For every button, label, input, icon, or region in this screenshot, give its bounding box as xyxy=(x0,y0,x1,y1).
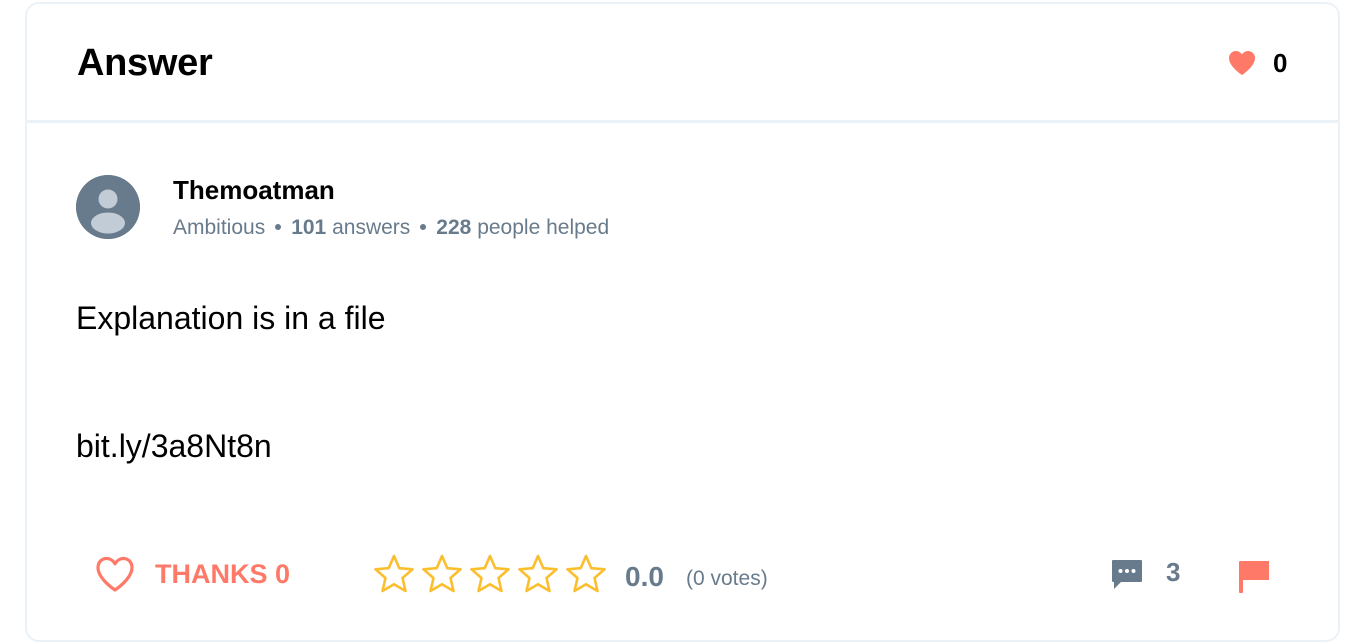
votes-count: (0 votes) xyxy=(686,567,768,590)
thanks-button[interactable]: THANKS 0 xyxy=(95,552,290,596)
thanks-label: THANKS 0 xyxy=(155,559,291,589)
star-3-icon[interactable] xyxy=(469,553,511,595)
answer-title: Answer xyxy=(77,42,213,84)
answer-text: Explanation is in a file xyxy=(76,300,386,336)
answer-link: bit.ly/3a8Nt8n xyxy=(76,428,272,464)
separator-dot xyxy=(275,223,282,230)
answer-card: Answer 0 Themoatman Ambitious 101 answers… xyxy=(25,2,1340,642)
rating-stars[interactable] xyxy=(373,553,613,595)
card-header: Answer 0 xyxy=(27,4,1338,123)
heart-outline-icon xyxy=(96,556,134,592)
comments-count: 3 xyxy=(1166,557,1181,587)
helped-count: 228 xyxy=(436,216,472,239)
likes-count: 0 xyxy=(1273,48,1288,78)
rating-value: 0.0 xyxy=(625,561,664,592)
avatar[interactable] xyxy=(76,175,140,239)
flag-icon[interactable] xyxy=(1237,558,1271,594)
heart-filled-icon[interactable] xyxy=(1228,50,1256,76)
star-4-icon[interactable] xyxy=(517,553,559,595)
star-1-icon[interactable] xyxy=(373,553,415,595)
star-2-icon[interactable] xyxy=(421,553,463,595)
comments-button[interactable]: 3 xyxy=(1110,556,1180,592)
star-5-icon[interactable] xyxy=(565,553,607,595)
user-placeholder-icon xyxy=(76,175,140,239)
answers-label: answers xyxy=(332,216,411,239)
answers-count: 101 xyxy=(291,216,327,239)
author-name[interactable]: Themoatman xyxy=(173,174,335,206)
comment-bubble-icon xyxy=(1112,560,1142,589)
separator-dot xyxy=(420,223,427,230)
author-meta: Ambitious 101 answers 228 people helped xyxy=(173,215,609,241)
helped-label: people helped xyxy=(477,216,610,239)
author-rank: Ambitious xyxy=(173,216,266,239)
